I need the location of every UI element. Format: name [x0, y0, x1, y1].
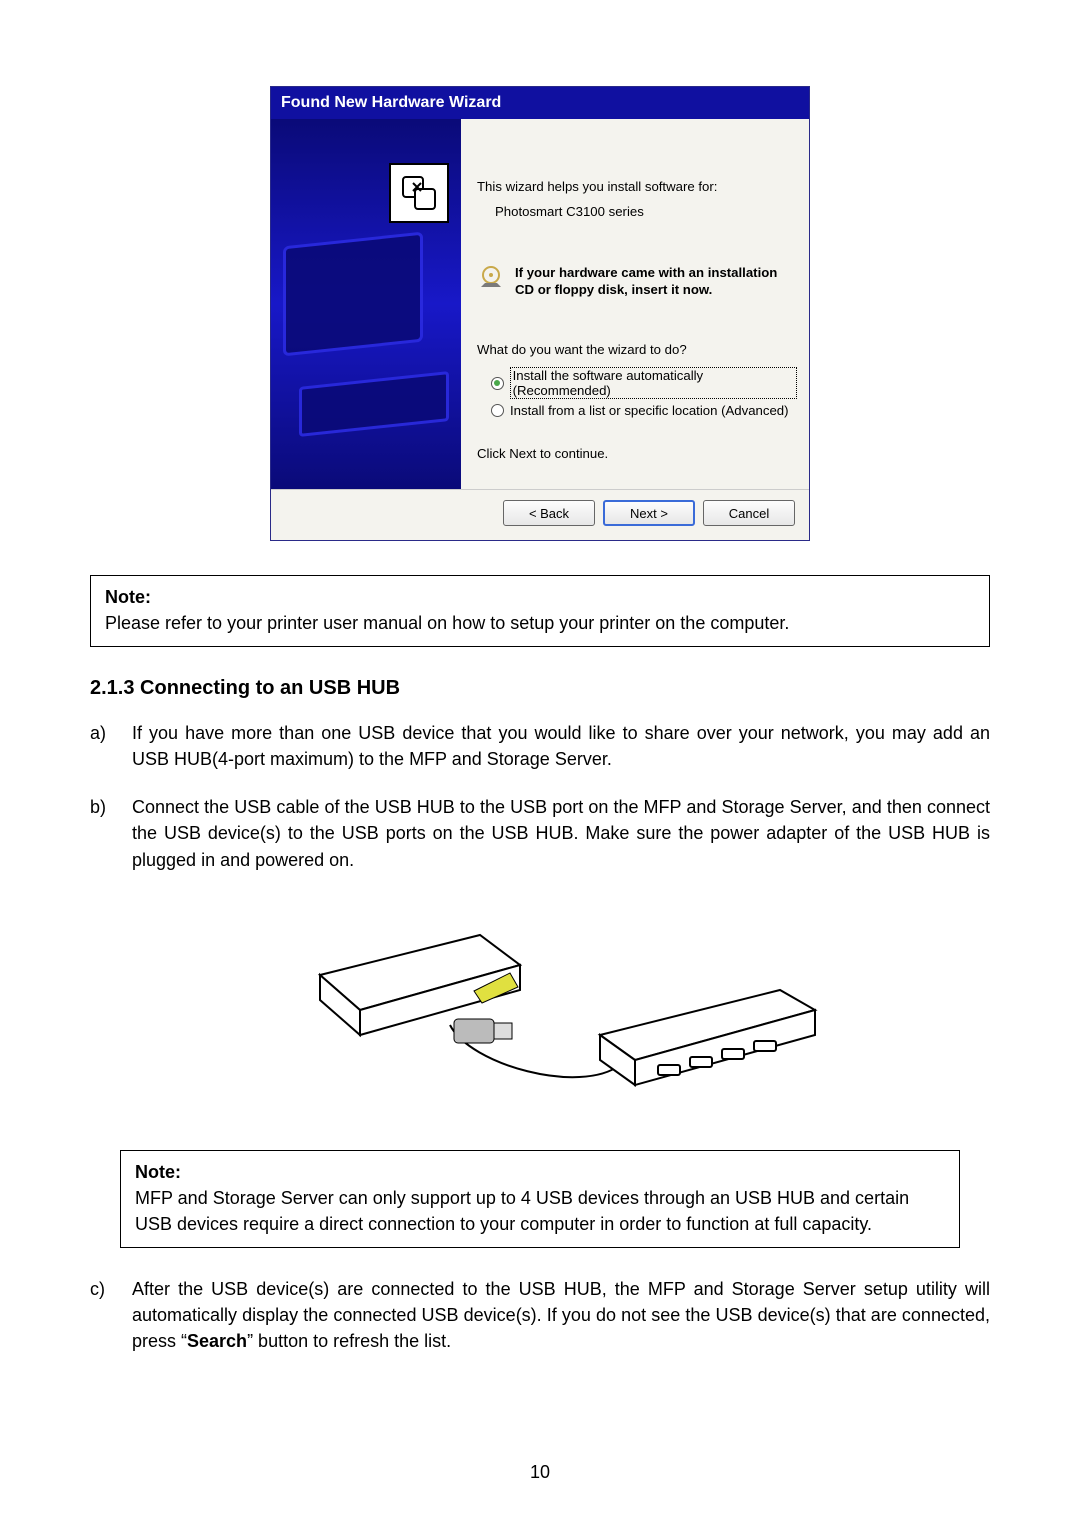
wizard-main-panel: This wizard helps you install software f…: [461, 119, 809, 489]
list-item-b: b) Connect the USB cable of the USB HUB …: [90, 794, 990, 872]
wizard-radio-group: Install the software automatically (Reco…: [491, 367, 797, 418]
next-button[interactable]: Next >: [603, 500, 695, 526]
radio-empty-icon: [491, 404, 504, 417]
marker-b: b): [90, 794, 114, 872]
wizard-body: This wizard helps you install software f…: [271, 119, 809, 489]
wizard-continue-text: Click Next to continue.: [477, 446, 797, 461]
wizard-cd-hint-row: If your hardware came with an installati…: [477, 265, 797, 298]
wizard-intro-text: This wizard helps you install software f…: [477, 179, 797, 194]
note1-title: Note:: [105, 587, 151, 607]
section-heading: 2.1.3 Connecting to an USB HUB: [90, 677, 990, 700]
device-badge-icon: [389, 163, 449, 223]
note2-title: Note:: [135, 1162, 181, 1182]
wizard-side-graphic: [271, 119, 461, 489]
note1-body: Please refer to your printer user manual…: [105, 613, 789, 633]
back-button[interactable]: < Back: [503, 500, 595, 526]
marker-a: a): [90, 720, 114, 772]
list-item-c: c) After the USB device(s) are connected…: [90, 1276, 990, 1354]
radio-manual[interactable]: Install from a list or specific location…: [491, 403, 797, 418]
usb-hub-figure: [260, 895, 820, 1130]
text-b: Connect the USB cable of the USB HUB to …: [132, 794, 990, 872]
note-box-2: Note: MFP and Storage Server can only su…: [120, 1150, 960, 1248]
radio-auto-label: Install the software automatically (Reco…: [510, 367, 797, 399]
page-number: 10: [0, 1462, 1080, 1483]
text-c-bold: Search: [187, 1331, 247, 1351]
text-c-suffix: ” button to refresh the list.: [247, 1331, 451, 1351]
radio-auto[interactable]: Install the software automatically (Reco…: [491, 367, 797, 399]
text-c: After the USB device(s) are connected to…: [132, 1276, 990, 1354]
cancel-button[interactable]: Cancel: [703, 500, 795, 526]
wizard-title-bar: Found New Hardware Wizard: [271, 87, 809, 119]
instruction-list-c: c) After the USB device(s) are connected…: [90, 1276, 990, 1354]
radio-dot-icon: [491, 377, 504, 390]
note2-body: MFP and Storage Server can only support …: [135, 1188, 909, 1234]
wizard-device-name: Photosmart C3100 series: [495, 204, 797, 219]
list-item-a: a) If you have more than one USB device …: [90, 720, 990, 772]
radio-manual-label: Install from a list or specific location…: [510, 403, 789, 418]
instruction-list: a) If you have more than one USB device …: [90, 720, 990, 872]
wizard-cd-hint-text: If your hardware came with an installati…: [515, 265, 797, 298]
wizard-question: What do you want the wizard to do?: [477, 342, 797, 357]
text-a: If you have more than one USB device tha…: [132, 720, 990, 772]
marker-c: c): [90, 1276, 114, 1354]
note-box-1: Note: Please refer to your printer user …: [90, 575, 990, 647]
cd-icon: [477, 265, 505, 293]
hardware-wizard-dialog: Found New Hardware Wizard This wizard he…: [270, 86, 810, 541]
wizard-title-text: Found New Hardware Wizard: [281, 94, 501, 111]
wizard-footer: < Back Next > Cancel: [271, 489, 809, 540]
